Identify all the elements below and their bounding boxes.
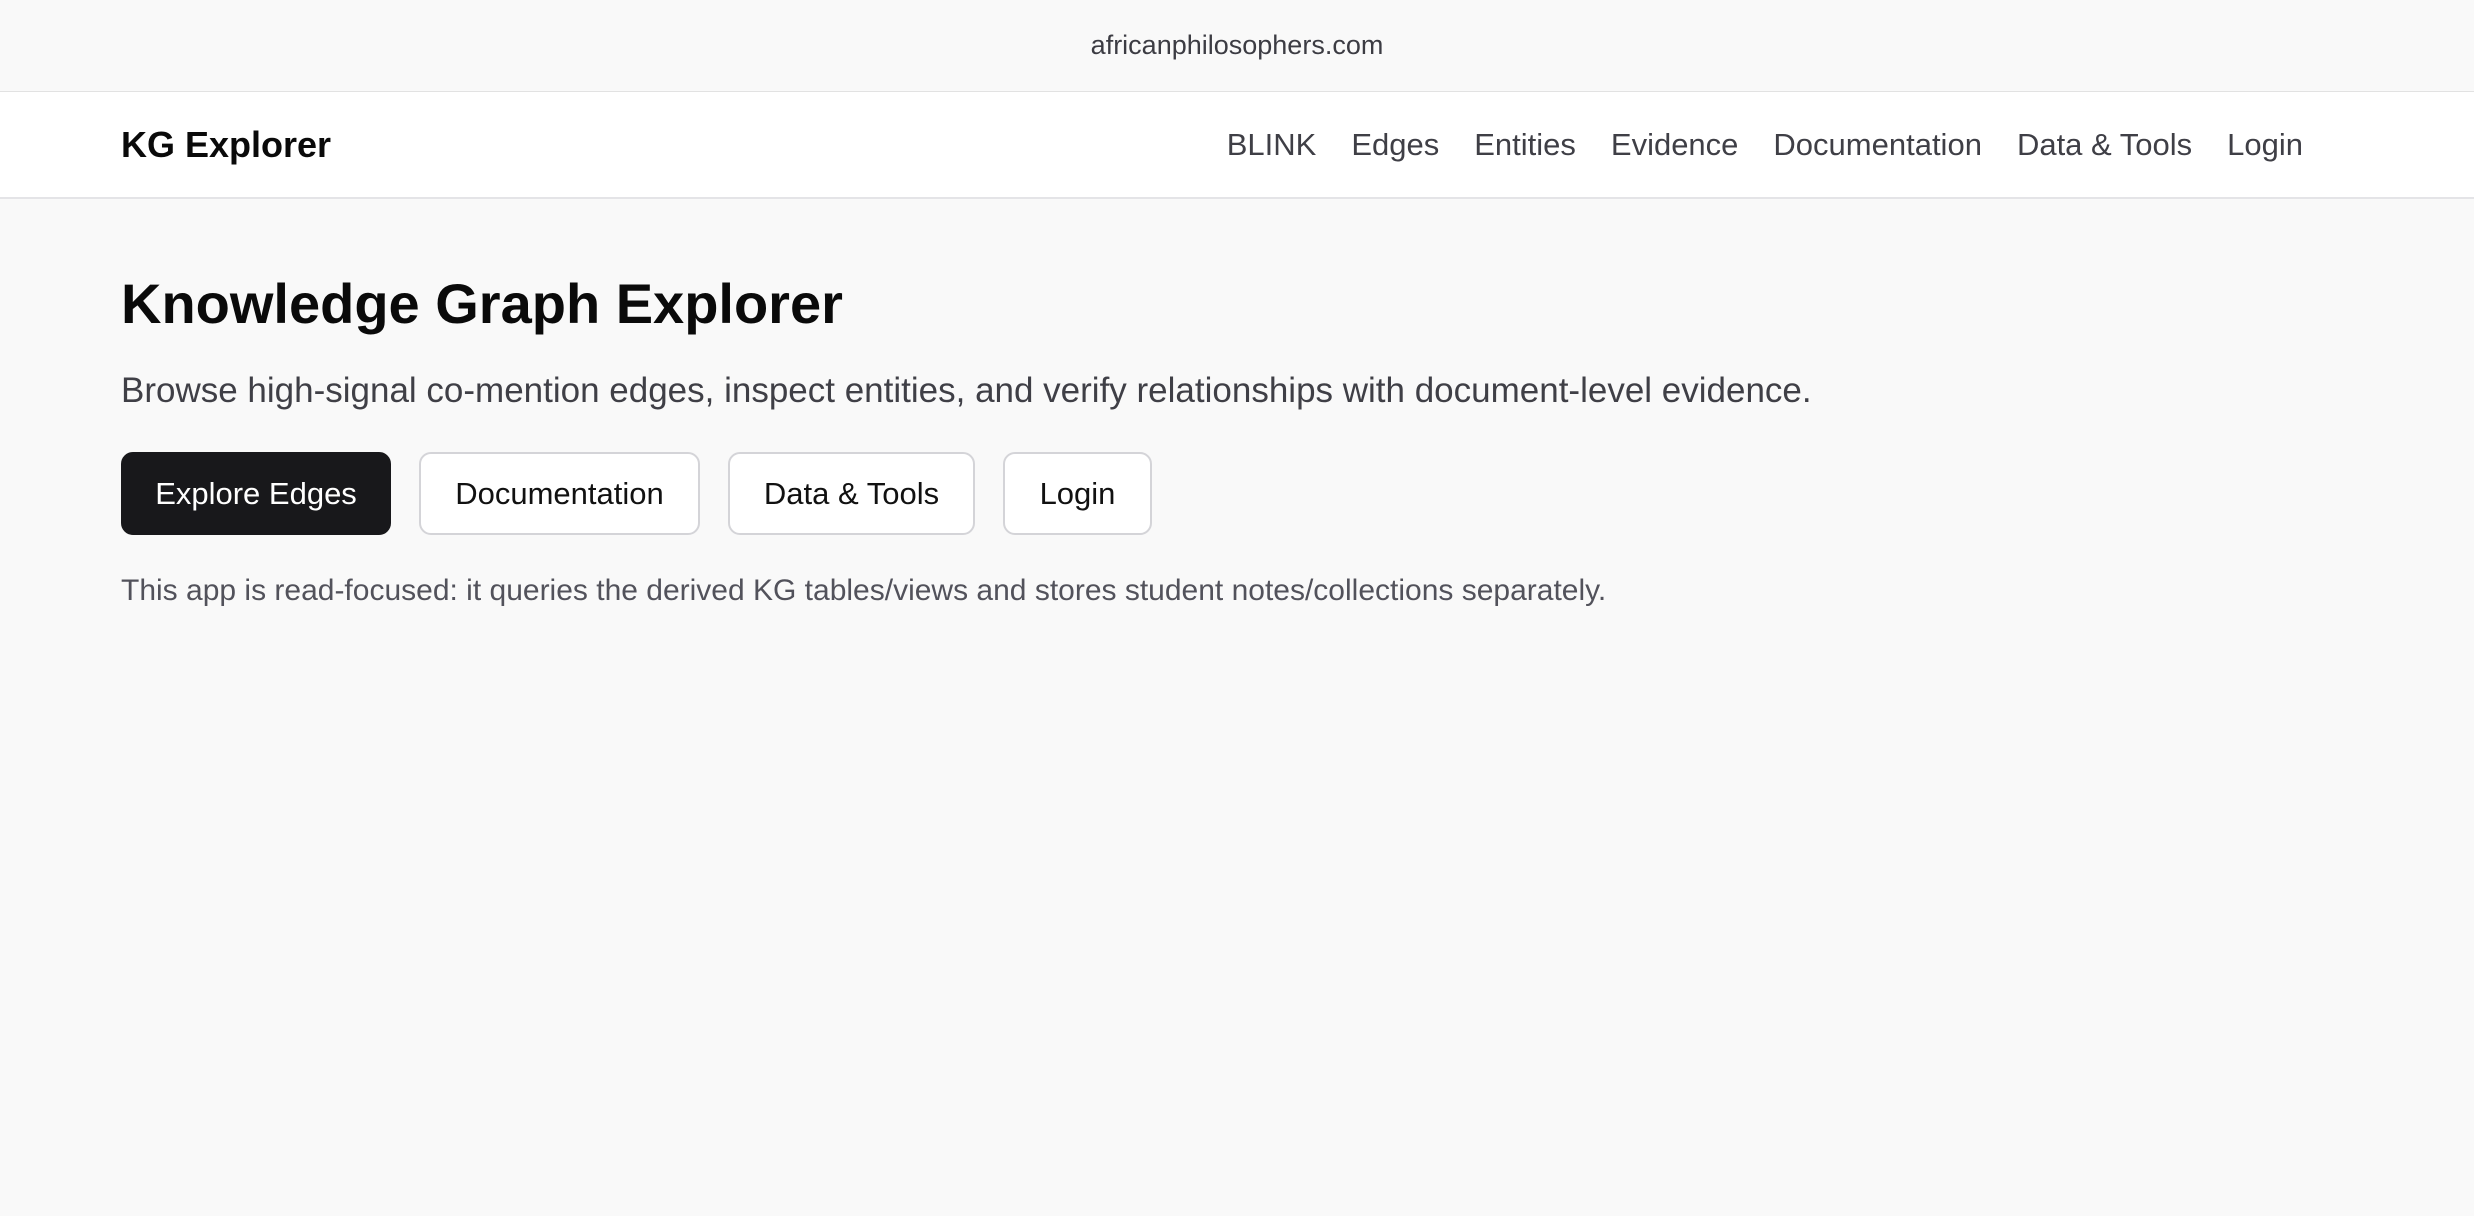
address-bar[interactable]: africanphilosophers.com bbox=[0, 0, 2474, 92]
nav-links: BLINK Edges Entities Evidence Documentat… bbox=[1227, 127, 2303, 163]
page-title: Knowledge Graph Explorer bbox=[121, 272, 843, 335]
nav-link-login[interactable]: Login bbox=[2227, 127, 2303, 163]
url-text: africanphilosophers.com bbox=[1090, 30, 1384, 60]
explore-edges-button[interactable]: Explore Edges bbox=[121, 452, 391, 535]
nav-link-edges[interactable]: Edges bbox=[1351, 127, 1439, 163]
page-subtitle: Browse high-signal co-mention edges, ins… bbox=[121, 371, 1812, 410]
nav-link-evidence[interactable]: Evidence bbox=[1611, 127, 1739, 163]
main-content: Knowledge Graph Explorer Browse high-sig… bbox=[0, 199, 2474, 609]
data-tools-button[interactable]: Data & Tools bbox=[728, 452, 975, 535]
nav-link-data-tools[interactable]: Data & Tools bbox=[2017, 127, 2192, 163]
top-navbar: KG Explorer BLINK Edges Entities Evidenc… bbox=[0, 92, 2474, 199]
documentation-button[interactable]: Documentation bbox=[419, 452, 700, 535]
brand-logo-text[interactable]: KG Explorer bbox=[121, 124, 331, 166]
login-button[interactable]: Login bbox=[1003, 452, 1152, 535]
info-note: This app is read-focused: it queries the… bbox=[121, 574, 1607, 607]
nav-link-blink[interactable]: BLINK bbox=[1227, 127, 1317, 163]
nav-link-documentation[interactable]: Documentation bbox=[1773, 127, 1982, 163]
nav-link-entities[interactable]: Entities bbox=[1474, 127, 1576, 163]
action-buttons: Explore Edges Documentation Data & Tools… bbox=[121, 452, 2474, 535]
